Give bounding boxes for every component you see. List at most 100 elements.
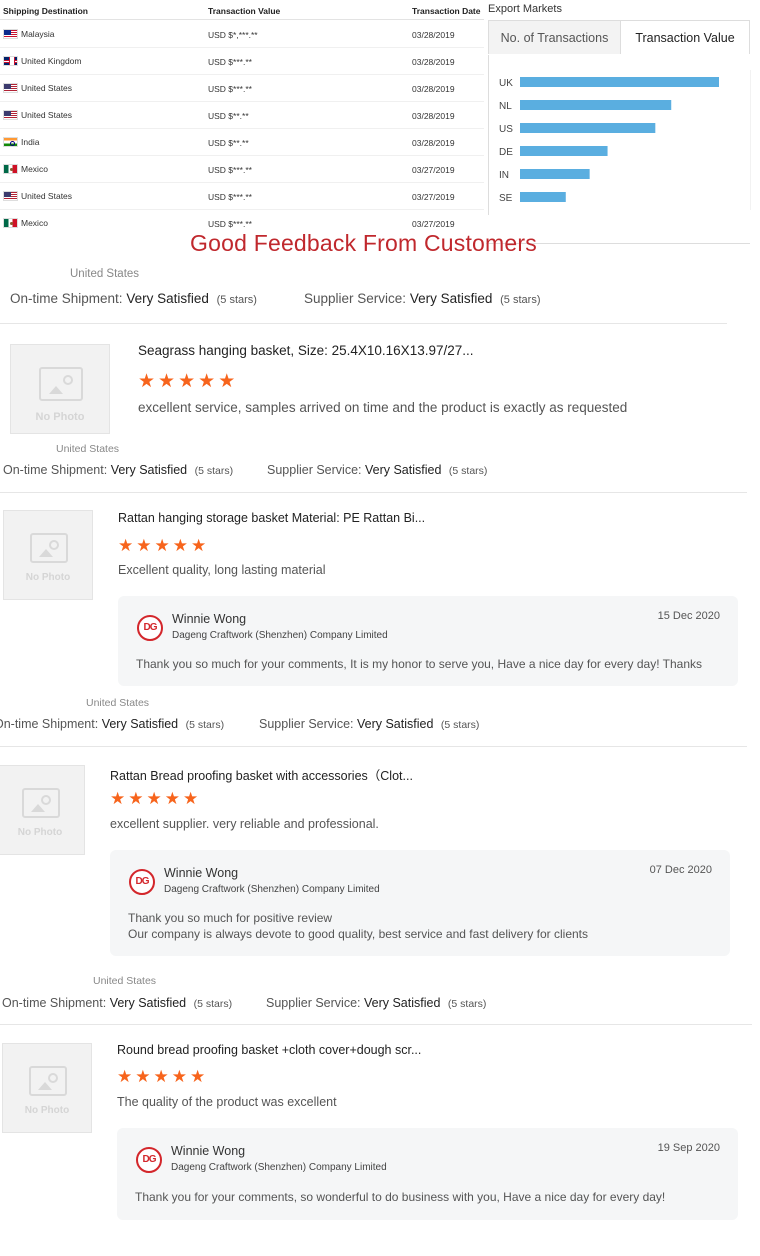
- reviewer-country: United States: [93, 975, 157, 987]
- table-row: United States USD $***.** 03/27/2019: [0, 183, 484, 210]
- product-thumbnail[interactable]: No Photo: [2, 1043, 92, 1133]
- bar-in: [520, 169, 590, 179]
- row-country: Malaysia: [21, 29, 55, 39]
- service-value: Very Satisfied: [363, 996, 441, 1010]
- star-rating: ★ ★ ★ ★ ★: [138, 372, 235, 391]
- image-placeholder-icon: [22, 788, 60, 818]
- reply-text: Thank you so much for positive review: [128, 911, 333, 925]
- shipment-label: On-time Shipment:: [3, 463, 108, 477]
- star-icon: ★: [117, 1067, 133, 1086]
- transactions-table: Shipping Destination Transaction Value T…: [0, 0, 484, 240]
- product-thumbnail[interactable]: No Photo: [3, 510, 93, 600]
- divider: [0, 746, 747, 747]
- us-flag-icon: [3, 191, 18, 201]
- service-stars: (5 stars): [448, 465, 488, 477]
- mexico-flag-icon: [3, 164, 18, 174]
- no-photo-label: No Photo: [24, 1105, 70, 1116]
- review-text: excellent supplier. very reliable and pr…: [110, 817, 379, 831]
- category-label-nl: NL: [499, 101, 512, 112]
- service-stars: (5 stars): [447, 998, 487, 1010]
- shipment-label: On-time Shipment:: [0, 717, 99, 731]
- row-value: USD $***.**: [208, 57, 252, 67]
- table-header: Shipping Destination Transaction Value T…: [0, 0, 484, 20]
- header-date: Transaction Date: [412, 6, 481, 16]
- service-stars: (5 stars): [440, 719, 480, 731]
- star-icon: ★: [146, 789, 162, 808]
- table-row: Malaysia USD $*,***.** 03/28/2019: [0, 21, 484, 48]
- reply-author: Winnie Wong: [164, 866, 239, 880]
- reviewer-country: United States: [56, 443, 120, 455]
- reply-date: 07 Dec 2020: [649, 864, 712, 876]
- row-value: USD $*,***.**: [208, 30, 258, 40]
- export-markets-title: Export Markets: [488, 3, 562, 15]
- service-stars: (5 stars): [500, 294, 541, 306]
- reply-author: Winnie Wong: [172, 612, 247, 626]
- product-title[interactable]: Rattan hanging storage basket Material: …: [118, 511, 425, 525]
- row-date: 03/27/2019: [412, 219, 455, 229]
- rating-line: On-time Shipment: Very Satisfied (5 star…: [3, 463, 233, 477]
- row-country: India: [21, 137, 40, 147]
- reply-text: Thank you so much for your comments, It …: [136, 657, 703, 671]
- reply-company: Dageng Craftwork (Shenzhen) Company Limi…: [172, 630, 388, 641]
- product-title[interactable]: Round bread proofing basket +cloth cover…: [117, 1043, 421, 1057]
- product-title[interactable]: Rattan Bread proofing basket with access…: [110, 765, 413, 784]
- export-markets-tabs: No. of Transactions Transaction Value: [488, 20, 750, 54]
- bar-uk: [520, 77, 719, 87]
- star-icon: ★: [183, 789, 199, 808]
- row-date: 03/28/2019: [412, 111, 455, 121]
- company-logo-icon: DG: [129, 869, 155, 895]
- star-icon: ★: [135, 1067, 151, 1086]
- row-date: 03/27/2019: [412, 165, 455, 175]
- no-photo-label: No Photo: [35, 411, 85, 423]
- reply-text: Thank you for your comments, so wonderfu…: [135, 1190, 666, 1204]
- product-title[interactable]: Seagrass hanging basket, Size: 25.4X10.1…: [138, 343, 474, 358]
- row-country: United Kingdom: [21, 56, 82, 66]
- service-label: Supplier Service:: [304, 291, 407, 306]
- category-label-in: IN: [499, 170, 509, 181]
- shipment-label: On-time Shipment:: [2, 996, 107, 1010]
- company-logo-icon: DG: [137, 615, 163, 641]
- star-rating: ★ ★ ★ ★ ★: [110, 790, 198, 807]
- divider: [0, 492, 747, 493]
- reviewer-country: United States: [86, 697, 150, 709]
- rating-line: Supplier Service: Very Satisfied (5 star…: [259, 717, 479, 731]
- star-icon: ★: [154, 536, 170, 555]
- supplier-reply: DG Winnie Wong Dageng Craftwork (Shenzhe…: [118, 596, 738, 686]
- bar-de: [520, 146, 608, 156]
- feedback-heading: Good Feedback From Customers: [190, 230, 537, 256]
- shipment-stars: (5 stars): [194, 465, 234, 477]
- export-markets-chart: UK NL US DE IN SE: [488, 55, 751, 215]
- row-country: United States: [21, 83, 73, 93]
- row-value: USD $**.**: [208, 111, 249, 121]
- service-label: Supplier Service:: [259, 717, 354, 731]
- mexico-flag-icon: [3, 218, 18, 228]
- tab-transaction-value[interactable]: Transaction Value: [621, 20, 750, 54]
- star-icon: ★: [198, 371, 216, 392]
- shipment-value: Very Satisfied: [109, 996, 187, 1010]
- product-thumbnail[interactable]: No Photo: [0, 765, 85, 855]
- bar-chart: UK NL US DE IN SE: [499, 70, 751, 210]
- star-icon: ★: [128, 789, 144, 808]
- rating-line: Supplier Service: Very Satisfied (5 star…: [304, 291, 540, 306]
- rating-line: Supplier Service: Very Satisfied (5 star…: [266, 996, 486, 1010]
- row-value: USD $***.**: [208, 192, 252, 202]
- star-icon: ★: [172, 536, 188, 555]
- product-thumbnail[interactable]: No Photo: [10, 344, 110, 434]
- shipment-stars: (5 stars): [185, 719, 225, 731]
- reviewer-country: United States: [70, 268, 140, 280]
- shipment-stars: (5 stars): [216, 294, 257, 306]
- supplier-reply: DG Winnie Wong Dageng Craftwork (Shenzhe…: [110, 850, 730, 956]
- shipment-stars: (5 stars): [193, 998, 233, 1010]
- star-icon: ★: [118, 536, 134, 555]
- star-icon: ★: [164, 789, 180, 808]
- star-icon: ★: [136, 536, 152, 555]
- rating-line: On-time Shipment: Very Satisfied (5 star…: [10, 291, 257, 306]
- row-date: 03/28/2019: [412, 138, 455, 148]
- row-date: 03/27/2019: [412, 192, 455, 202]
- us-flag-icon: [3, 110, 18, 120]
- reply-date: 15 Dec 2020: [657, 610, 720, 622]
- tab-no-of-transactions[interactable]: No. of Transactions: [488, 20, 621, 54]
- image-placeholder-icon: [30, 533, 68, 563]
- rating-line: On-time Shipment: Very Satisfied (5 star…: [2, 996, 232, 1010]
- row-country: Mexico: [21, 218, 48, 228]
